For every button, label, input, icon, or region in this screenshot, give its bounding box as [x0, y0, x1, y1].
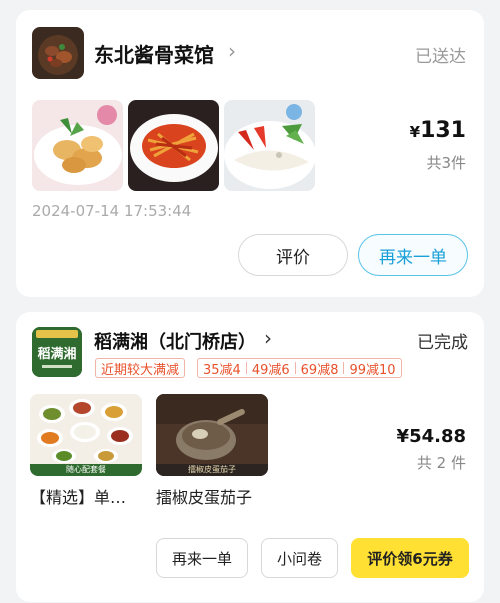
discount-35: 35减4 — [203, 362, 241, 378]
price-value: 131 — [420, 118, 466, 143]
item-count: 共 2 件 — [416, 454, 466, 472]
order-card-2[interactable]: 稻满湘 稻满湘（北门桥店） › 已完成 近期较大满减 35减4 49减6 69减… — [16, 312, 484, 602]
tofu-skin-salad-image[interactable] — [224, 100, 315, 191]
order-card-1[interactable]: 东北酱骨菜馆 › 已送达 ¥131 共3件 2024-07-14 17:53:4… — [16, 10, 484, 297]
order-timestamp: 2024-07-14 17:53:44 — [32, 202, 192, 220]
item-name: 【精选】单… — [30, 488, 127, 507]
currency-symbol: ¥ — [409, 123, 421, 141]
survey-button[interactable]: 小问卷 — [261, 538, 338, 578]
discount-49: 49减6 — [251, 362, 290, 378]
discount-69: 69减8 — [300, 362, 339, 378]
shop-logo[interactable] — [32, 27, 84, 79]
order-price: ¥54.88 — [397, 426, 466, 447]
image-caption: 擂椒皮蛋茄子 — [188, 465, 236, 474]
chevron-right-icon[interactable]: › — [228, 39, 236, 63]
shredded-pepper-dish-image[interactable] — [128, 100, 219, 191]
promo-tag-label: 近期较大满减 — [101, 362, 180, 378]
review-coupon-button[interactable]: 评价领6元券 — [351, 538, 469, 578]
image-caption: 随心配套餐 — [66, 465, 106, 474]
reorder-button[interactable]: 再来一单 — [358, 234, 468, 276]
discount-tag: 35减4 49减6 69减8 99减10 — [197, 358, 402, 378]
price-value: 54.88 — [409, 426, 466, 447]
shop-logo[interactable]: 稻满湘 — [32, 327, 82, 377]
reorder-button[interactable]: 再来一单 — [156, 538, 248, 578]
currency-symbol: ¥ — [396, 426, 410, 447]
chevron-right-icon[interactable]: › — [264, 326, 272, 350]
item-name: 擂椒皮蛋茄子 — [156, 488, 253, 507]
discount-99: 99减10 — [349, 362, 396, 378]
combo-meal-image[interactable]: 随心配套餐 — [30, 394, 142, 476]
order-status: 已完成 — [417, 333, 468, 353]
order-price: ¥131 — [410, 118, 466, 143]
eggplant-dish-image[interactable]: 擂椒皮蛋茄子 — [156, 394, 268, 476]
shop-name[interactable]: 东北酱骨菜馆 — [94, 39, 214, 68]
shop-logo-text: 稻满湘 — [37, 347, 77, 362]
fried-pork-dish-image[interactable] — [32, 100, 123, 191]
item-count: 共3件 — [426, 154, 466, 172]
shop-name[interactable]: 稻满湘（北门桥店） — [94, 328, 256, 354]
review-button[interactable]: 评价 — [238, 234, 348, 276]
order-status: 已送达 — [415, 47, 466, 67]
promo-tag: 近期较大满减 — [95, 358, 186, 378]
